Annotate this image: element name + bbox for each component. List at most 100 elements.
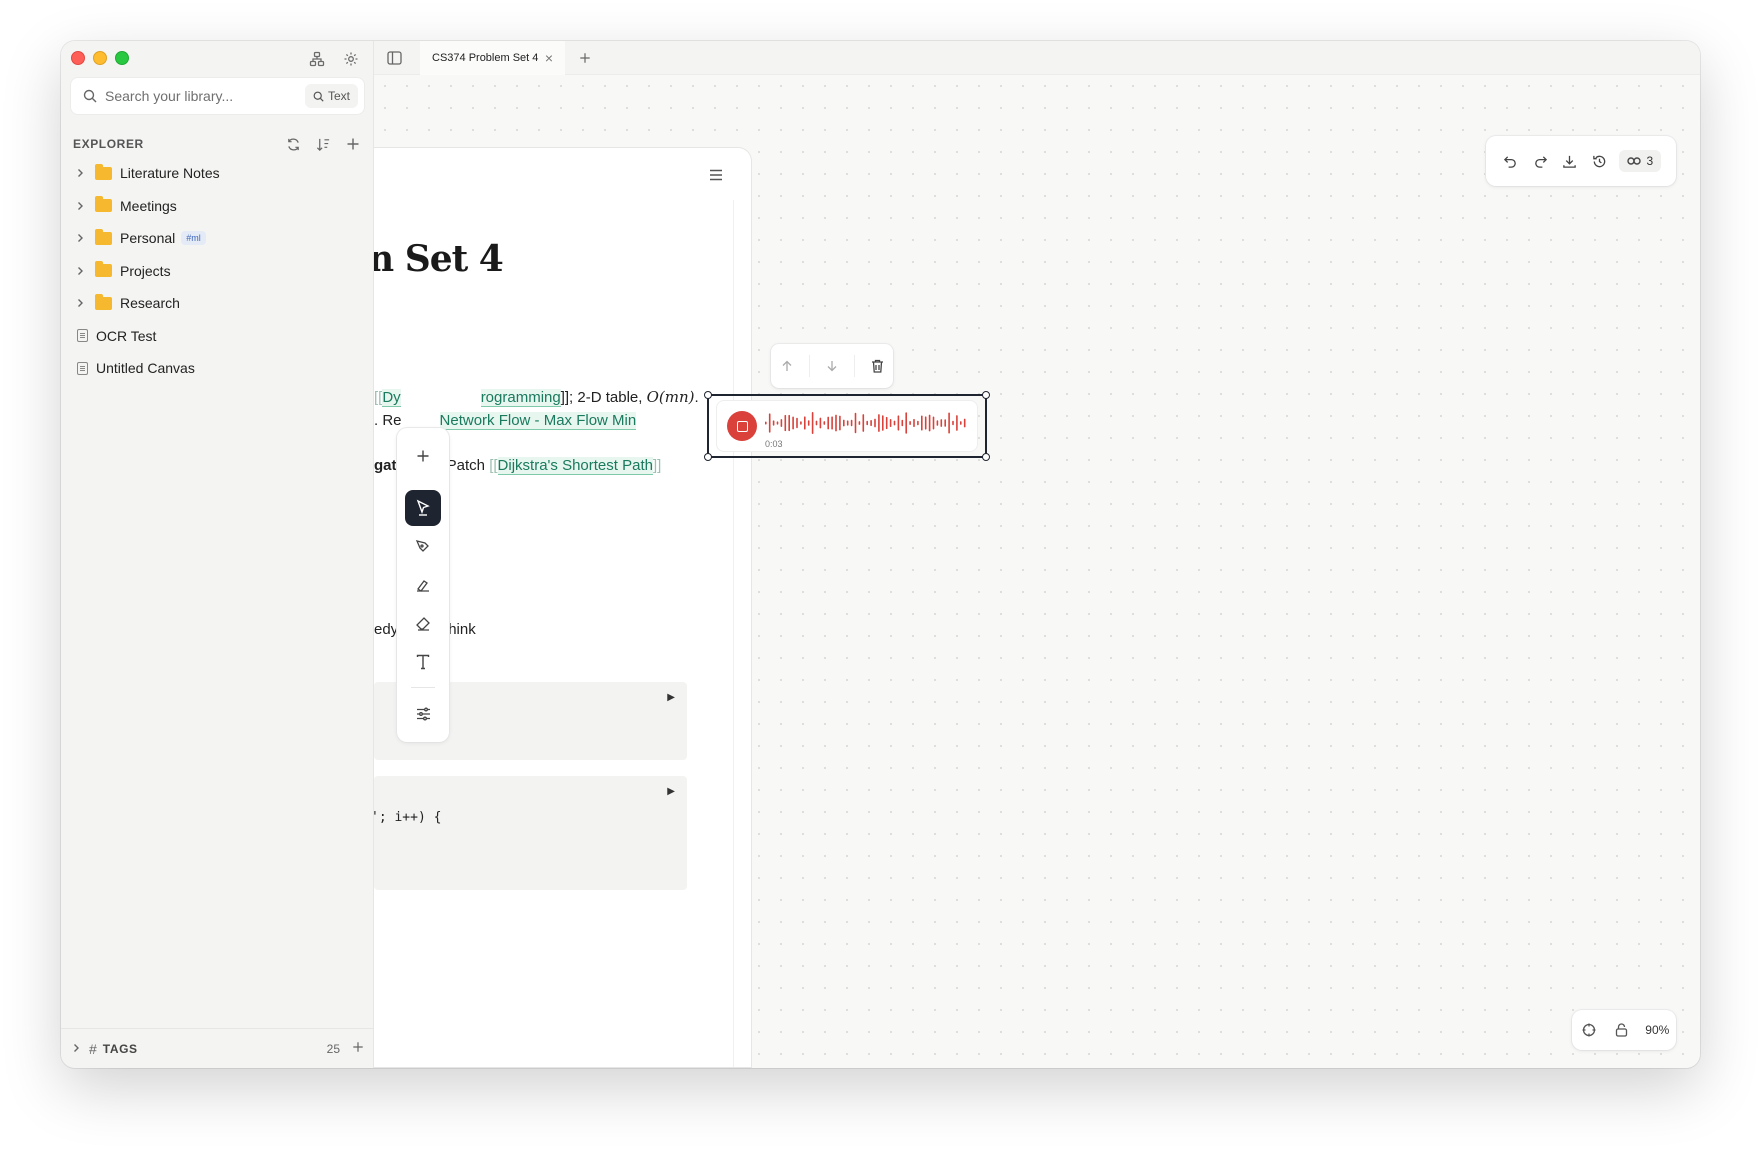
folder-label: Literature Notes [120,165,220,182]
resize-handle[interactable] [982,453,990,461]
add-tag-icon[interactable] [352,1041,364,1056]
undo-icon[interactable] [1501,151,1521,171]
document-line: [[Dy rogramming]]; 2-D table, O(mn). [374,388,699,407]
element-actions [771,344,893,388]
punctuation: . [694,389,699,406]
text-fragment: Patch [446,457,490,474]
file-item[interactable]: Untitled Canvas [61,352,374,385]
folder-item[interactable]: Research [61,287,374,320]
search-mode-toggle[interactable]: Text [304,84,358,108]
wikilink[interactable]: Dijkstra's Shortest Path [497,457,653,475]
canvas[interactable]: n Set 4 [[Dy rogramming]]; 2-D table, O(m… [374,75,1700,1068]
tag-chip[interactable]: #ml [181,231,206,246]
menu-icon[interactable] [709,168,723,186]
waveform-bar [831,416,833,430]
tags-section[interactable]: # TAGS 25 [61,1028,374,1068]
waveform-bar [788,414,790,432]
waveform-bar [804,416,806,430]
audio-recorder[interactable]: 0:03 [716,400,978,452]
canvas-toolbar: 3 [1486,136,1676,186]
waveform-bar [765,421,767,425]
tab-active[interactable]: CS374 Problem Set 4 × [420,41,565,75]
add-icon[interactable] [343,134,363,154]
waveform-bar [807,420,810,426]
folder-item[interactable]: Projects [61,255,374,288]
waveform-bar [772,420,775,426]
waveform-bar [776,421,779,425]
resize-handle[interactable] [704,391,712,399]
adjustments-icon[interactable] [405,696,441,732]
add-icon[interactable] [405,438,441,474]
highlighter-icon[interactable] [405,567,441,603]
wikilink[interactable]: rogramming [480,389,561,407]
waveform-bar [952,420,954,426]
audio-selection[interactable]: 0:03 [704,391,990,461]
wikilink[interactable]: Dy [382,389,401,407]
waveform-bar [866,420,868,426]
folder-item[interactable]: Meetings [61,190,374,223]
links-button[interactable]: 3 [1618,150,1662,172]
waveform-bar [913,418,915,428]
recording-time: 0:03 [765,439,783,449]
close-window-button[interactable] [71,51,85,65]
folder-label: Personal [120,230,176,247]
waveform-bar [854,412,857,434]
new-tab-icon[interactable] [575,48,595,68]
trash-icon[interactable] [867,356,887,376]
resize-handle[interactable] [704,453,712,461]
search-input[interactable] [105,88,305,104]
refresh-icon[interactable] [283,134,303,154]
graph-view-icon[interactable] [307,49,327,69]
redo-icon[interactable] [1530,151,1550,171]
folder-item[interactable]: Literature Notes [61,157,374,190]
history-icon[interactable] [1589,151,1609,171]
document-icon [77,361,88,375]
select-tool-button[interactable] [405,490,441,526]
eraser-icon[interactable] [405,606,441,642]
lock-icon[interactable] [1612,1020,1632,1040]
gear-icon[interactable] [341,49,361,69]
chevron-right-icon [75,230,87,246]
folder-icon [95,293,112,310]
crosshair-icon[interactable] [1579,1020,1599,1040]
chevron-right-icon [75,263,87,279]
download-icon[interactable] [1560,151,1580,171]
code-block[interactable]: ▶ '; i++) { [374,776,687,890]
waveform-bar [897,415,900,431]
arrow-up-icon[interactable] [777,356,797,376]
cursor-icon [416,499,430,516]
waveform-bar [792,416,794,430]
waveform-bar [850,419,853,427]
chevron-right-icon [75,165,87,181]
wikilink[interactable]: Network Flow - Max Flow Min [439,412,637,430]
zoom-level[interactable]: 90% [1645,1023,1669,1037]
waveform-bar [948,412,950,434]
file-tree: Literature Notes Meetings Personal #ml P… [61,157,374,385]
minimize-window-button[interactable] [93,51,107,65]
document-card[interactable]: n Set 4 [[Dy rogramming]]; 2-D table, O(m… [374,147,752,1068]
close-icon[interactable]: × [545,50,553,66]
text-tool-icon[interactable] [405,644,441,680]
window-controls [71,51,129,65]
stop-recording-button[interactable] [727,411,757,441]
link-icon [1626,157,1641,165]
waveform-bar [905,412,907,434]
math-expression: O(mn) [646,388,695,406]
play-icon[interactable]: ▶ [667,786,675,797]
waveform-bar [780,419,783,427]
pen-icon[interactable] [405,528,441,564]
explorer-header: EXPLORER [73,133,363,155]
waveform-bar [784,414,787,432]
waveform-bar [956,415,958,431]
play-icon[interactable]: ▶ [667,692,675,703]
folder-item[interactable]: Personal #ml [61,222,374,255]
sidebar-toggle-icon[interactable] [384,48,404,68]
arrow-down-icon[interactable] [822,356,842,376]
file-item[interactable]: OCR Test [61,320,374,353]
sort-icon[interactable] [313,134,333,154]
waveform-bar [924,416,927,430]
waveform [765,412,966,434]
document-line: . Re Network Flow - Max Flow Min [374,412,637,430]
resize-handle[interactable] [982,391,990,399]
maximize-window-button[interactable] [115,51,129,65]
